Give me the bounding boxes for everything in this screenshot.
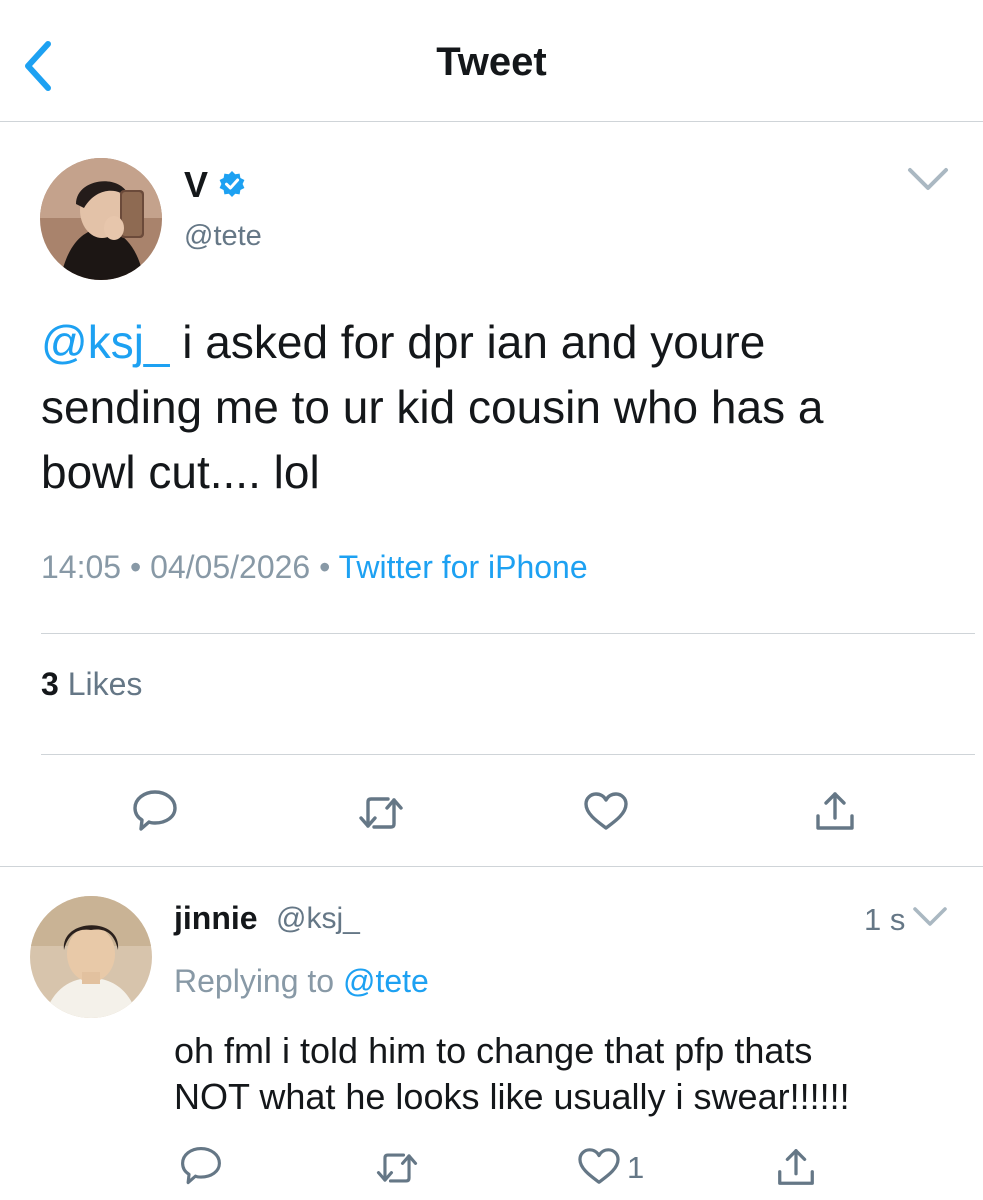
tweet-text-line: @ksj_ i asked for dpr ian and youre xyxy=(41,310,961,375)
meta-separator: • xyxy=(121,549,151,585)
reply-reply-button[interactable] xyxy=(178,1144,224,1188)
like-button[interactable] xyxy=(582,790,630,832)
retweet-button[interactable] xyxy=(354,792,408,834)
reply-retweet-button[interactable] xyxy=(372,1148,422,1188)
reply-display-name[interactable]: jinnie xyxy=(174,900,258,937)
likes-summary[interactable]: 3 Likes xyxy=(41,666,142,703)
replying-to-link[interactable]: @tete xyxy=(343,963,429,999)
chevron-down-icon xyxy=(908,168,948,190)
divider xyxy=(41,754,975,755)
reply-timestamp: 1 s xyxy=(864,902,906,937)
profile-photo xyxy=(40,158,162,280)
tweet-text-line: sending me to ur kid cousin who has a xyxy=(41,381,824,433)
tweet-text: @ksj_ i asked for dpr ian and youre send… xyxy=(41,310,961,505)
tweet-date: 04/05/2026 xyxy=(150,549,311,585)
share-icon xyxy=(778,1149,814,1185)
tweet-text-line: bowl cut.... lol xyxy=(41,446,320,498)
reply-avatar[interactable] xyxy=(30,896,152,1018)
verified-badge-icon xyxy=(219,171,245,197)
divider xyxy=(0,866,983,867)
tweet-text-segment: i asked for dpr ian and youre xyxy=(169,316,766,368)
share-icon xyxy=(816,792,854,830)
top-navigation-bar: Tweet xyxy=(0,0,983,122)
retweet-icon xyxy=(359,797,403,829)
more-options-button[interactable] xyxy=(906,164,950,194)
chevron-down-icon xyxy=(913,907,947,926)
likes-count: 3 xyxy=(41,666,59,702)
reply-text-line: oh fml i told him to change that pfp tha… xyxy=(174,1030,813,1071)
reply-handle[interactable]: @ksj_ xyxy=(276,902,360,936)
heart-icon xyxy=(578,1148,620,1184)
avatar[interactable] xyxy=(40,158,162,280)
replying-to-label: Replying to xyxy=(174,963,343,999)
likes-label: Likes xyxy=(58,666,143,702)
heart-icon xyxy=(584,792,628,830)
reply-share-button[interactable] xyxy=(774,1144,818,1190)
retweet-icon xyxy=(376,1153,418,1183)
reply-text-line: NOT what he looks like usually i swear!!… xyxy=(174,1076,850,1117)
tweet-source-link[interactable]: Twitter for iPhone xyxy=(339,549,588,585)
mention-link[interactable]: @ksj_ xyxy=(41,316,170,368)
tweet-metadata: 14:05 • 04/05/2026 • Twitter for iPhone xyxy=(41,549,588,586)
reply-icon xyxy=(181,1146,221,1185)
profile-photo xyxy=(30,896,152,1018)
reply-more-options-button[interactable] xyxy=(912,904,948,930)
reply-like-count: 1 xyxy=(627,1150,645,1185)
author-handle[interactable]: @tete xyxy=(184,220,262,253)
share-button[interactable] xyxy=(812,788,858,834)
reply-button[interactable] xyxy=(130,788,180,834)
author-display-name[interactable]: V xyxy=(184,164,208,206)
page-title: Tweet xyxy=(436,40,547,84)
reply-like-button[interactable] xyxy=(576,1146,622,1186)
reply-text: oh fml i told him to change that pfp tha… xyxy=(174,1028,964,1120)
replying-to: Replying to @tete xyxy=(174,963,429,1000)
tweet-time: 14:05 xyxy=(41,549,122,585)
reply-icon xyxy=(133,790,177,831)
tweet-detail-page: Tweet V @tete @ksj_ i asked for dpr ian … xyxy=(0,0,983,1200)
meta-separator: • xyxy=(310,549,339,585)
divider xyxy=(41,633,975,634)
